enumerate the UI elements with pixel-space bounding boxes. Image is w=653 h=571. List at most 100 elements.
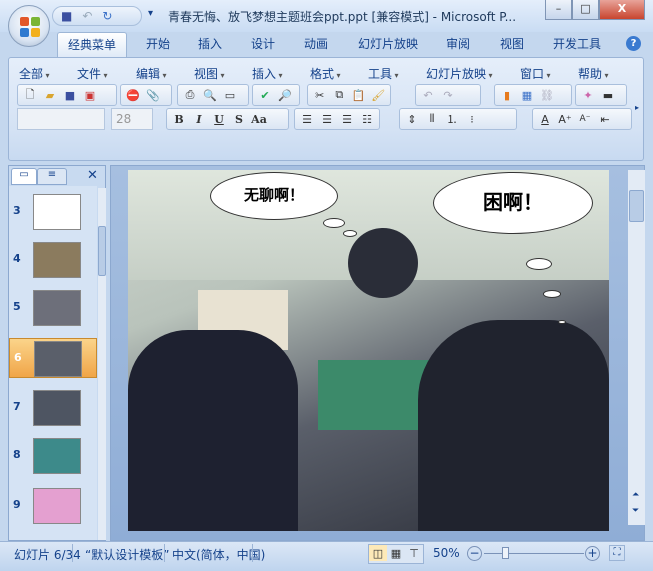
tab-slides[interactable]: ▭ xyxy=(11,168,37,185)
menu-help[interactable]: 帮助 xyxy=(578,65,609,82)
slide-thumbnail[interactable]: 9 xyxy=(9,486,97,526)
save-icon[interactable]: ■ xyxy=(61,87,79,103)
justify-icon[interactable]: ☷ xyxy=(358,111,376,127)
zoom-out-button[interactable]: − xyxy=(467,546,482,561)
shadow-button[interactable]: S xyxy=(230,111,248,127)
bold-button[interactable]: B xyxy=(170,111,188,127)
normal-view-button[interactable]: ◫ xyxy=(369,545,387,561)
close-pane-button[interactable]: ✕ xyxy=(87,168,98,183)
save-as-icon[interactable]: ▣ xyxy=(81,87,99,103)
tab-home[interactable]: 开始 xyxy=(140,32,176,57)
cut-icon[interactable]: ✂ xyxy=(311,87,329,103)
slide-canvas[interactable]: 无聊啊！ 困啊！ xyxy=(128,170,609,531)
slide-counter: 幻灯片 6/34 xyxy=(14,548,81,562)
format-painter-icon[interactable]: 🖌 xyxy=(370,87,388,103)
slide-thumbnail[interactable]: 7 xyxy=(9,388,97,428)
text-direction-icon[interactable]: ⫴ xyxy=(423,111,441,127)
align-center-icon[interactable]: ☰ xyxy=(318,111,336,127)
redo-icon[interactable]: ↷ xyxy=(439,87,457,103)
save-icon[interactable]: ■ xyxy=(61,9,72,23)
menu-window[interactable]: 窗口 xyxy=(520,65,551,82)
zoom-slider-thumb[interactable] xyxy=(502,547,509,559)
redo-icon[interactable]: ↻ xyxy=(102,9,112,23)
previous-slide-button[interactable]: ⏶ xyxy=(632,490,639,500)
zoom-level[interactable]: 50% xyxy=(433,546,460,560)
scrollbar-thumb[interactable] xyxy=(98,226,106,276)
font-color-icon[interactable]: A xyxy=(536,111,554,127)
thumbnails-scrollbar[interactable] xyxy=(98,188,106,540)
customize-qat-button[interactable]: ▾ xyxy=(148,8,153,19)
menu-slideshow[interactable]: 幻灯片放映 xyxy=(426,65,493,82)
office-button[interactable] xyxy=(8,5,50,47)
font-size-combo[interactable]: 28 xyxy=(111,108,153,130)
numbering-icon[interactable]: ⒈ xyxy=(443,111,461,127)
permission-icon[interactable]: ⛔ xyxy=(124,87,142,103)
underline-button[interactable]: U xyxy=(210,111,228,127)
undo-icon[interactable]: ↶ xyxy=(82,9,92,23)
slide-thumbnail[interactable]: 3 xyxy=(9,192,97,232)
close-button[interactable]: X xyxy=(599,0,645,20)
menu-file[interactable]: 文件 xyxy=(77,65,108,82)
tab-developer[interactable]: 开发工具 xyxy=(547,32,607,57)
menu-tools[interactable]: 工具 xyxy=(368,65,399,82)
font-name-combo[interactable] xyxy=(17,108,105,130)
tab-insert[interactable]: 插入 xyxy=(192,32,228,57)
slideshow-button[interactable]: ⊤ xyxy=(405,545,423,561)
spelling-icon[interactable]: ✔ xyxy=(256,87,274,103)
tab-outline[interactable]: ≡ xyxy=(37,168,67,185)
maximize-button[interactable]: □ xyxy=(572,0,599,20)
page-setup-icon[interactable]: ▭ xyxy=(221,87,239,103)
align-left-icon[interactable]: ☰ xyxy=(298,111,316,127)
fit-to-window-icon[interactable]: ⛶ xyxy=(609,545,625,561)
thought-dot xyxy=(323,218,345,228)
scrollbar-thumb[interactable] xyxy=(629,190,644,222)
table-icon[interactable]: ▦ xyxy=(518,87,536,103)
tab-slideshow[interactable]: 幻灯片放映 xyxy=(353,32,423,57)
menu-view[interactable]: 视图 xyxy=(194,65,225,82)
shrink-font-icon[interactable]: A⁻ xyxy=(576,111,594,127)
menu-format[interactable]: 格式 xyxy=(310,65,341,82)
grow-font-icon[interactable]: A⁺ xyxy=(556,111,574,127)
open-icon[interactable]: ▰ xyxy=(41,87,59,103)
tab-classic-menu[interactable]: 经典菜单 xyxy=(57,32,127,57)
slide-design-icon[interactable]: ✦ xyxy=(579,87,597,103)
next-slide-button[interactable]: ⏷ xyxy=(632,506,639,516)
menu-all[interactable]: 全部 xyxy=(19,65,50,82)
bullets-icon[interactable]: ⁝ xyxy=(463,111,481,127)
new-icon[interactable]: 🗋 xyxy=(21,87,39,103)
slide-thumbnail-selected[interactable]: 6 xyxy=(9,338,97,378)
attach-icon[interactable]: 📎 xyxy=(144,87,162,103)
chart-icon[interactable]: ▮ xyxy=(498,87,516,103)
minimize-button[interactable]: – xyxy=(545,0,572,20)
tab-view[interactable]: 视图 xyxy=(494,32,530,57)
toolbar-overflow-icon[interactable]: ▸ xyxy=(635,103,639,112)
research-icon[interactable]: 🔎 xyxy=(276,87,294,103)
slide-thumbnail[interactable]: 4 xyxy=(9,240,97,280)
menu-insert[interactable]: 插入 xyxy=(252,65,283,82)
indent-icon[interactable]: ⇤ xyxy=(596,111,614,127)
slide-sorter-button[interactable]: ▦ xyxy=(387,545,405,561)
paste-icon[interactable]: 📋 xyxy=(350,87,368,103)
align-right-icon[interactable]: ☰ xyxy=(338,111,356,127)
line-spacing-icon[interactable]: ⇕ xyxy=(403,111,421,127)
undo-icon[interactable]: ↶ xyxy=(419,87,437,103)
change-case-button[interactable]: Aa xyxy=(250,111,268,127)
view-buttons: ◫ ▦ ⊤ xyxy=(368,544,424,564)
slide-thumbnail[interactable]: 5 xyxy=(9,288,97,328)
tab-review[interactable]: 审阅 xyxy=(440,32,476,57)
slide-thumbnail[interactable]: 8 xyxy=(9,436,97,476)
tab-design[interactable]: 设计 xyxy=(245,32,281,57)
slide-scrollbar[interactable]: ⏶ ⏷ xyxy=(628,170,645,525)
zoom-slider[interactable] xyxy=(484,553,584,554)
tab-animation[interactable]: 动画 xyxy=(298,32,334,57)
print-preview-icon[interactable]: 🔍 xyxy=(201,87,219,103)
hyperlink-icon[interactable]: ⛓ xyxy=(538,87,556,103)
zoom-in-button[interactable]: + xyxy=(585,546,600,561)
copy-icon[interactable]: ⧉ xyxy=(331,87,349,103)
menu-edit[interactable]: 编辑 xyxy=(136,65,167,82)
speech-bubble-bored: 无聊啊！ xyxy=(210,172,338,220)
print-icon[interactable]: ⎙ xyxy=(181,87,199,103)
italic-button[interactable]: I xyxy=(190,111,208,127)
help-icon[interactable]: ? xyxy=(626,36,641,51)
color-grayscale-icon[interactable]: ▬ xyxy=(599,87,617,103)
